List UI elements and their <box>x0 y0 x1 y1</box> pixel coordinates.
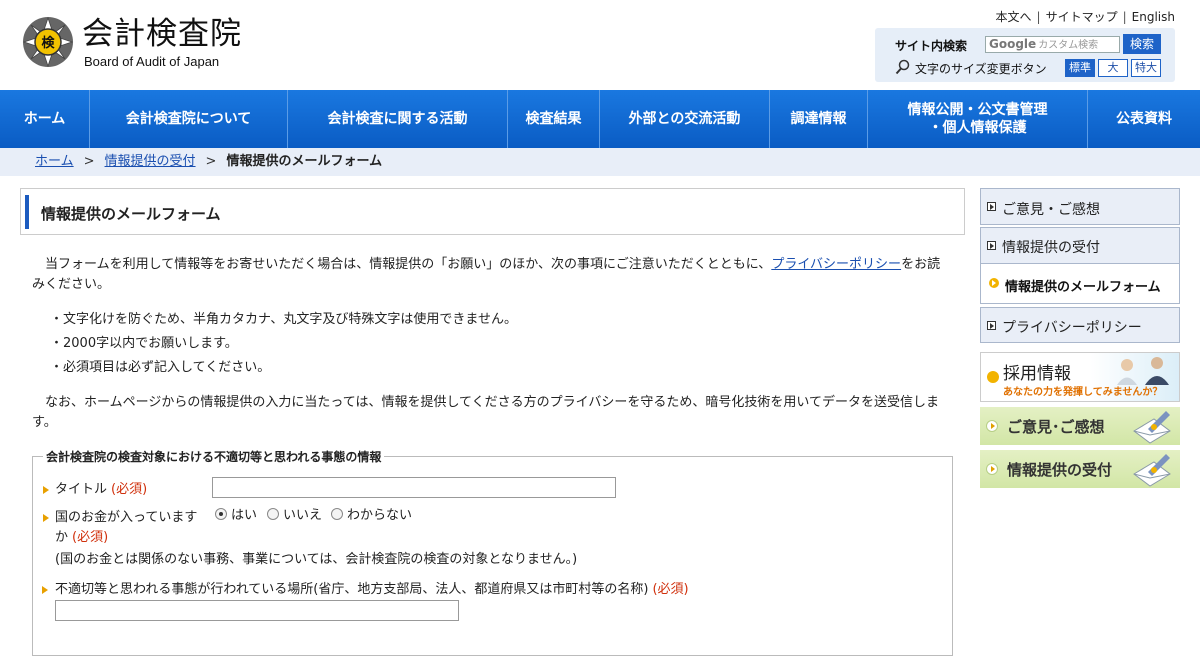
opinion-banner[interactable]: ご意見･ご感想 <box>980 407 1180 445</box>
bullet-arrow-icon <box>43 486 49 494</box>
radio-icon <box>267 507 279 520</box>
search-brand: Google <box>989 37 1037 51</box>
encryption-paragraph: なお、ホームページからの情報提供の入力に当たっては、情報を提供してくださる方のプ… <box>32 395 940 430</box>
money-field-label: 国のお金が入っていますか (必須) <box>55 508 205 548</box>
font-size-xlarge-button[interactable]: 特大 <box>1131 59 1161 77</box>
privacy-policy-link[interactable]: プライバシーポリシー <box>771 257 901 272</box>
global-nav: ホーム 会計検査院について 会計検査に関する活動 検査結果 外部との交流活動 調… <box>0 90 1200 148</box>
recruit-title: 採用情報 <box>1003 364 1071 384</box>
breadcrumb-home-link[interactable]: ホーム <box>35 154 74 169</box>
place-label-text: 不適切等と思われる事態が行われている場所(省庁、地方支部局、法人、都道府県又は市… <box>55 582 649 597</box>
sidebar-item-info[interactable]: 情報提供の受付 <box>980 227 1180 264</box>
sidebar-item-label: ご意見・ご感想 <box>1002 202 1100 218</box>
sidebar-item-label: 情報提供のメールフォーム <box>1005 280 1161 295</box>
money-radio-no[interactable]: いいえ <box>267 504 322 523</box>
form-legend: 会計検査院の検査対象における不適切等と思われる事態の情報 <box>43 448 385 465</box>
nav-home[interactable]: ホーム <box>0 90 90 148</box>
nav-about[interactable]: 会計検査院について <box>90 90 288 148</box>
money-note: (国のお金とは関係のない事務、事業については、会計検査院の検査の対象となりません… <box>55 552 578 567</box>
arrow-circle-icon <box>986 420 998 432</box>
arrow-circle-icon <box>987 371 999 383</box>
main-content: 情報提供のメールフォーム 当フォームを利用して情報等をお寄せいただく場合は、情報… <box>20 188 965 656</box>
page-title: 情報提供のメールフォーム <box>41 205 221 223</box>
nav-audit-activities[interactable]: 会計検査に関する活動 <box>288 90 508 148</box>
sidebar-item-label: プライバシーポリシー <box>1002 320 1142 336</box>
sidebar-item-privacy[interactable]: プライバシーポリシー <box>980 307 1180 343</box>
logo-subtitle: Board of Audit of Japan <box>84 54 220 69</box>
place-field-label: 不適切等と思われる事態が行われている場所(省庁、地方支部局、法人、都道府県又は市… <box>55 580 689 600</box>
recruit-banner[interactable]: 採用情報 あなたの力を発揮してみませんか？ <box>980 352 1180 402</box>
arrow-circle-icon <box>986 463 998 475</box>
arrow-box-icon <box>987 321 996 330</box>
site-search-label: サイト内検索 <box>895 39 968 53</box>
site-logo[interactable]: 検 会計検査院 Board of Audit of Japan <box>22 16 242 69</box>
title-field-label: タイトル (必須) <box>55 480 147 500</box>
recruit-subtitle: あなたの力を発揮してみませんか？ <box>1003 387 1163 398</box>
place-input[interactable] <box>55 600 459 621</box>
nav-publications[interactable]: 公表資料 <box>1088 90 1200 148</box>
header-tools: サイト内検索 Google カスタム検索 検索 文字のサイズ変更ボタン 標準 大 … <box>875 28 1175 82</box>
info-banner[interactable]: 情報提供の受付 <box>980 450 1180 488</box>
radio-label: はい <box>231 508 258 523</box>
seal-icon: 検 <box>22 16 74 68</box>
note-item: ・文字化けを防ぐため、半角カタカナ、丸文字及び特殊文字は使用できません。 <box>50 312 517 327</box>
envelope-pen-icon <box>1133 454 1171 487</box>
utility-links: 本文へ | サイトマップ | English <box>995 10 1175 24</box>
bullet-arrow-icon <box>43 514 49 522</box>
title-label-text: タイトル <box>55 482 108 497</box>
intro-text-before: 当フォームを利用して情報等をお寄せいただく場合は、情報提供の「お願い」のほか、次… <box>45 257 772 272</box>
nav-audit-results[interactable]: 検査結果 <box>508 90 600 148</box>
arrow-box-icon <box>987 202 996 211</box>
sidebar-item-label: 情報提供の受付 <box>1002 240 1100 256</box>
breadcrumb: ホーム > 情報提供の受付 > 情報提供のメールフォーム <box>0 148 1200 176</box>
page-title-box: 情報提供のメールフォーム <box>20 188 965 235</box>
opinion-banner-label: ご意見･ご感想 <box>1007 418 1105 436</box>
bullet-arrow-icon <box>42 586 48 594</box>
note-item: ・必須項目は必ず記入してください。 <box>50 360 271 375</box>
title-accent-bar <box>25 195 29 229</box>
envelope-pen-icon <box>1133 411 1171 444</box>
sidebar-item-opinion[interactable]: ご意見・ご感想 <box>980 188 1180 225</box>
report-form: 会計検査院の検査対象における不適切等と思われる事態の情報 タイトル (必須) 国の… <box>32 448 953 656</box>
nav-procurement[interactable]: 調達情報 <box>770 90 868 148</box>
nav-external-exchange[interactable]: 外部との交流活動 <box>600 90 770 148</box>
sidebar-item-current[interactable]: 情報提供のメールフォーム <box>980 264 1180 304</box>
money-radio-unknown[interactable]: わからない <box>331 504 412 523</box>
search-placeholder: カスタム検索 <box>1038 40 1099 51</box>
breadcrumb-current: 情報提供のメールフォーム <box>226 154 383 169</box>
site-header: 検 会計検査院 Board of Audit of Japan 本文へ | サイトマ… <box>0 0 1200 90</box>
money-radio-yes[interactable]: はい <box>215 504 257 523</box>
info-banner-label: 情報提供の受付 <box>1007 461 1113 479</box>
title-input[interactable] <box>212 477 616 498</box>
radio-label: わからない <box>347 508 413 523</box>
search-button[interactable]: 検索 <box>1123 34 1161 54</box>
font-size-large-button[interactable]: 大 <box>1098 59 1128 77</box>
people-photo-icon <box>1117 357 1169 385</box>
notes-list: ・文字化けを防ぐため、半角カタカナ、丸文字及び特殊文字は使用できません。 ・20… <box>50 310 970 382</box>
note-item: ・2000字以内でお願いします。 <box>50 336 238 351</box>
breadcrumb-info-link[interactable]: 情報提供の受付 <box>105 154 196 169</box>
required-mark: (必須) <box>72 530 109 545</box>
english-link[interactable]: English <box>1132 10 1175 24</box>
font-size-label: 文字のサイズ変更ボタン <box>915 62 1047 76</box>
required-mark: (必須) <box>111 482 148 497</box>
nav-disclosure[interactable]: 情報公開・公文書管理 ・個人情報保護 <box>868 90 1088 148</box>
radio-icon <box>331 507 343 520</box>
required-mark: (必須) <box>652 582 689 597</box>
logo-title: 会計検査院 <box>82 16 242 52</box>
font-size-normal-button[interactable]: 標準 <box>1065 59 1095 77</box>
radio-label: いいえ <box>283 508 323 523</box>
sitemap-link[interactable]: サイトマップ <box>1046 10 1118 24</box>
radio-selected-icon <box>215 507 227 520</box>
search-input[interactable]: Google カスタム検索 <box>985 36 1120 53</box>
arrow-box-icon <box>987 241 996 250</box>
intro-paragraph: 当フォームを利用して情報等をお寄せいただく場合は、情報提供の「お願い」のほか、次… <box>32 255 952 295</box>
current-arrow-icon <box>989 278 999 288</box>
skip-to-content-link[interactable]: 本文へ <box>996 10 1032 24</box>
seal-char: 検 <box>41 35 55 51</box>
magnifier-icon <box>895 59 910 75</box>
